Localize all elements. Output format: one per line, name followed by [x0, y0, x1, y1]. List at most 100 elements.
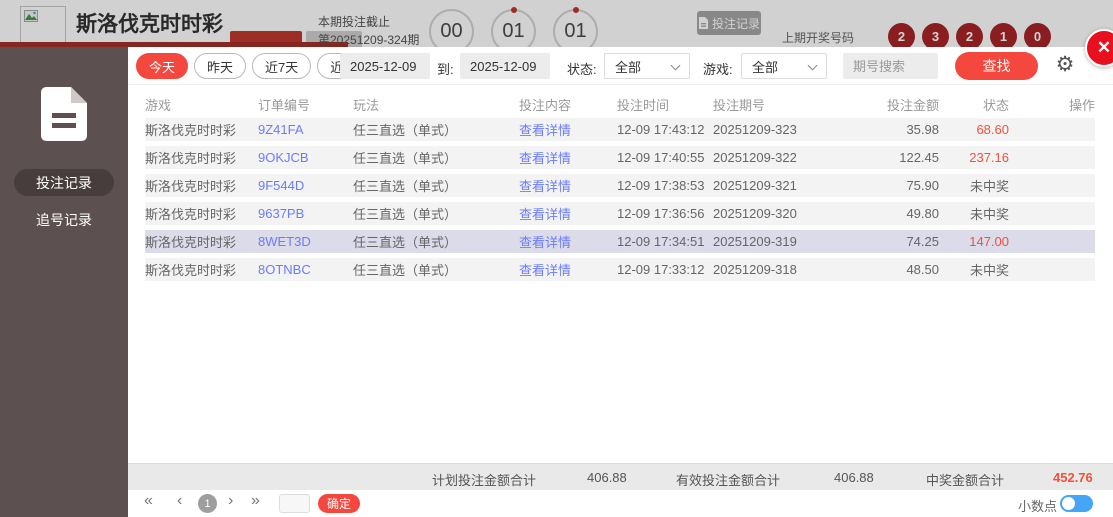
- cell: 斯洛伐克时时彩: [145, 235, 237, 250]
- table-row: 斯洛伐克时时彩 9Z41FA 任三直选（单式） 查看详情 12-09 17:43:12 2…: [145, 118, 1095, 141]
- table-header-row: 游戏 订单编号 玩法 投注内容 投注时间 投注期号 投注金额 状态 操作: [145, 90, 1095, 118]
- table-body: 斯洛伐克时时彩 9Z41FA 任三直选（单式） 查看详情 12-09 17:43:12 2…: [145, 118, 1095, 281]
- toggle-knob: [1062, 497, 1075, 510]
- cell: 35.98: [906, 122, 939, 137]
- current-page-indicator[interactable]: 1: [198, 494, 217, 513]
- column-header: 玩法: [353, 97, 380, 113]
- records-modal: 今天昨天近7天近30天 到: 状态: 全部 游戏: 全部 查找 ⚙ 游戏 订单编号…: [128, 47, 1113, 517]
- order-link[interactable]: 8OTNBC: [258, 262, 353, 277]
- cell: 查看详情: [519, 232, 617, 251]
- quick-range-button[interactable]: 今天: [136, 53, 189, 79]
- gear-icon[interactable]: ⚙: [1052, 52, 1078, 78]
- valid-total-label: 有效投注金额合计: [676, 473, 781, 488]
- overlay-dim: [0, 0, 1113, 47]
- totals-bar: 计划投注金额合计 406.88 有效投注金额合计 406.88 中奖金额合计 4…: [128, 463, 1113, 490]
- order-link[interactable]: 9OKJCB: [258, 150, 353, 165]
- game-select[interactable]: 全部: [741, 53, 827, 79]
- next-page-button[interactable]: ›: [228, 492, 233, 510]
- game-select-value: 全部: [752, 59, 779, 75]
- search-button[interactable]: 查找: [955, 52, 1038, 80]
- status-select-value: 全部: [615, 59, 642, 75]
- status-label: 状态:: [567, 62, 597, 77]
- planned-total-value: 406.88: [587, 470, 627, 485]
- status-value: 未中奖: [969, 207, 1009, 222]
- chevron-down-icon: [670, 60, 681, 71]
- win-total-label: 中奖金额合计: [926, 473, 1005, 488]
- cell: 斯洛伐克时时彩: [145, 207, 237, 222]
- cell: 任三直选（单式）: [353, 207, 458, 222]
- status-value: 68.60: [976, 122, 1009, 137]
- page-confirm-button[interactable]: 确定: [318, 494, 360, 513]
- order-link[interactable]: 9637PB: [258, 206, 353, 221]
- cell: 20251209-322: [713, 150, 797, 165]
- cell: 斯洛伐克时时彩: [145, 123, 237, 138]
- cell: 49.80: [906, 206, 939, 221]
- order-link[interactable]: 9F544D: [258, 178, 353, 193]
- quick-range-button[interactable]: 近7天: [252, 53, 312, 79]
- win-total-value: 452.76: [1053, 470, 1093, 485]
- decimal-toggle-label: 小数点: [1018, 499, 1058, 514]
- view-details-link[interactable]: 查看详情: [519, 151, 571, 166]
- modal-sidebar: 投注记录 追号记录: [0, 47, 128, 517]
- cell: 查看详情: [519, 148, 617, 167]
- table-row: 斯洛伐克时时彩 9637PB 任三直选（单式） 查看详情 12-09 17:36:56 2…: [145, 202, 1095, 225]
- table-row: 斯洛伐克时时彩 8OTNBC 任三直选（单式） 查看详情 12-09 17:33:12 2…: [145, 258, 1095, 281]
- column-header: 投注期号: [713, 97, 766, 113]
- cell: 任三直选（单式）: [353, 179, 458, 194]
- cell: 48.50: [906, 262, 939, 277]
- date-from-input[interactable]: [340, 53, 430, 79]
- quick-range-button[interactable]: 昨天: [194, 53, 247, 79]
- filter-bar: 今天昨天近7天近30天 到: 状态: 全部 游戏: 全部 查找 ⚙: [128, 47, 1113, 85]
- view-details-link[interactable]: 查看详情: [519, 123, 571, 138]
- status-value: 237.16: [969, 150, 1009, 165]
- order-link[interactable]: 9Z41FA: [258, 122, 353, 137]
- cell: 12-09 17:40:55: [617, 150, 705, 165]
- cell: 查看详情: [519, 260, 617, 279]
- view-details-link[interactable]: 查看详情: [519, 263, 571, 278]
- page-jump-input[interactable]: [279, 494, 310, 513]
- page-header: 斯洛伐克时时彩 本期投注截止 第20251209-324期 00 01 01 投注记…: [0, 0, 1113, 47]
- cell: 12-09 17:43:12: [617, 122, 705, 137]
- cell: 斯洛伐克时时彩: [145, 151, 237, 166]
- sidebar-items: 投注记录 追号记录: [0, 169, 128, 233]
- cell: 查看详情: [519, 204, 617, 223]
- cell: 75.90: [906, 178, 939, 193]
- first-page-button[interactable]: «: [144, 492, 153, 510]
- cell: 任三直选（单式）: [353, 263, 458, 278]
- table-row: 斯洛伐克时时彩 8WET3D 任三直选（单式） 查看详情 12-09 17:34:51 2…: [145, 230, 1095, 253]
- cell: 20251209-319: [713, 234, 797, 249]
- cell: 12-09 17:38:53: [617, 178, 705, 193]
- view-details-link[interactable]: 查看详情: [519, 207, 571, 222]
- last-page-button[interactable]: »: [251, 492, 260, 510]
- chevron-down-icon: [807, 60, 818, 71]
- prev-page-button[interactable]: ‹: [177, 492, 182, 510]
- cell: 122.45: [899, 150, 939, 165]
- screen: 斯洛伐克时时彩 本期投注截止 第20251209-324期 00 01 01 投注记…: [0, 0, 1113, 517]
- column-header: 订单编号: [258, 97, 311, 113]
- status-select[interactable]: 全部: [604, 53, 690, 79]
- records-table: 游戏 订单编号 玩法 投注内容 投注时间 投注期号 投注金额 状态 操作 斯洛伐克时时彩 9Z41…: [145, 90, 1095, 286]
- cell: 斯洛伐克时时彩: [145, 179, 237, 194]
- decimal-toggle[interactable]: [1060, 495, 1093, 512]
- table-row: 斯洛伐克时时彩 9OKJCB 任三直选（单式） 查看详情 12-09 17:40:55 2…: [145, 146, 1095, 169]
- order-link[interactable]: 8WET3D: [258, 234, 353, 249]
- to-label: 到:: [437, 62, 454, 77]
- column-header: 状态: [982, 97, 1009, 113]
- cell: 12-09 17:36:56: [617, 206, 705, 221]
- sidebar-item-投注记录[interactable]: 投注记录: [14, 169, 114, 196]
- cell: 查看详情: [519, 176, 617, 195]
- cell: 查看详情: [519, 120, 617, 139]
- period-search-input[interactable]: [843, 53, 938, 79]
- view-details-link[interactable]: 查看详情: [519, 179, 571, 194]
- date-to-input[interactable]: [460, 53, 550, 79]
- column-header: 操作: [1068, 97, 1095, 113]
- cell: 20251209-323: [713, 122, 797, 137]
- sidebar-item-追号记录[interactable]: 追号记录: [14, 206, 114, 233]
- status-value: 147.00: [969, 234, 1009, 249]
- cell: 20251209-320: [713, 206, 797, 221]
- status-value: 未中奖: [969, 179, 1009, 194]
- view-details-link[interactable]: 查看详情: [519, 235, 571, 250]
- cell: 12-09 17:33:12: [617, 262, 705, 277]
- pagination-bar: « ‹ 1 › » 确定 小数点: [128, 490, 1113, 517]
- cell: 任三直选（单式）: [353, 151, 458, 166]
